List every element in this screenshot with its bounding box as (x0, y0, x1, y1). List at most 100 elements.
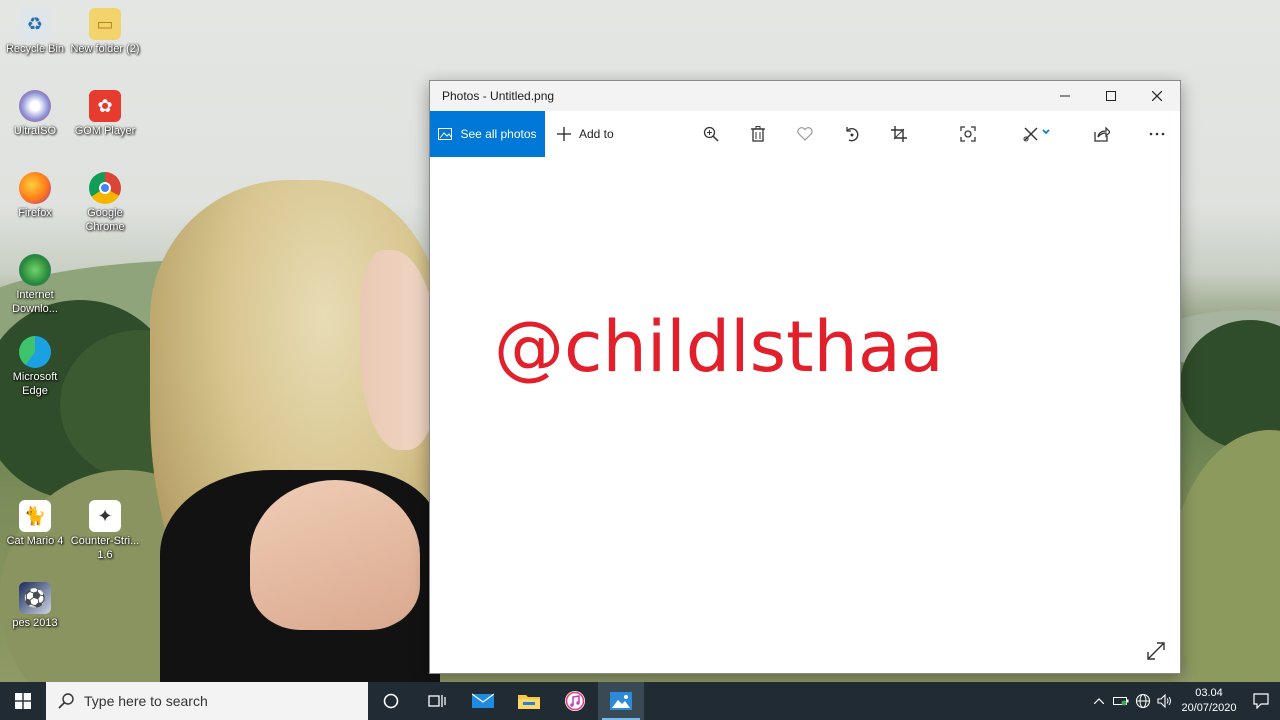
more-options-button[interactable] (1142, 119, 1172, 149)
maximize-icon (1106, 91, 1116, 101)
network-button[interactable] (1132, 682, 1154, 720)
folder-icon: ▭ (89, 8, 121, 40)
battery-icon (1113, 697, 1129, 706)
window-titlebar[interactable]: Photos - Untitled.png (430, 81, 1180, 111)
cat-mario-icon: 🐈 (19, 500, 51, 532)
battery-button[interactable] (1110, 682, 1132, 720)
favorite-button[interactable] (790, 119, 820, 149)
desktop-icon-label: Recycle Bin (5, 43, 65, 55)
lens-icon (960, 126, 976, 142)
cortana-button[interactable] (368, 682, 414, 720)
desktop-icon-label: Internet Downlo... (12, 289, 58, 315)
desktop-icon-label: New folder (2) (70, 43, 140, 55)
desktop-icon-label: Counter-Stri... 1.6 (70, 535, 140, 561)
volume-button[interactable] (1154, 682, 1176, 720)
system-tray: 03.04 20/07/2020 (1088, 682, 1280, 720)
desktop-icon-gom-player[interactable]: ✿ GOM Player (70, 90, 140, 138)
crop-button[interactable] (884, 119, 914, 149)
image-content-text: @childlsthaa (494, 306, 944, 388)
recycle-bin-icon: ♻ (19, 8, 51, 40)
taskbar-app-mail[interactable] (460, 682, 506, 720)
rotate-icon (846, 127, 859, 142)
maximize-button[interactable] (1088, 81, 1134, 111)
desktop-icon-label: GOM Player (74, 125, 136, 137)
edit-create-icon (1023, 127, 1050, 142)
desktop-icon-counter-strike[interactable]: ✦ Counter-Stri... 1.6 (70, 500, 140, 562)
taskbar-app-itunes[interactable] (552, 682, 598, 720)
notification-icon (1253, 693, 1269, 709)
share-button[interactable] (1087, 119, 1117, 149)
minimize-button[interactable] (1042, 81, 1088, 111)
firefox-icon (19, 172, 51, 204)
more-icon (1149, 132, 1165, 136)
minimize-icon (1060, 95, 1070, 97)
cortana-icon (383, 693, 399, 709)
desktop-icon-pes[interactable]: ⚽ pes 2013 (0, 582, 70, 630)
counter-strike-icon: ✦ (89, 500, 121, 532)
delete-button[interactable] (743, 119, 773, 149)
trash-icon (751, 126, 765, 142)
see-all-photos-label: See all photos (460, 127, 537, 141)
ultraiso-icon (19, 90, 51, 122)
photos-toolbar: See all photos Add to (430, 111, 1180, 157)
rotate-button[interactable] (837, 119, 867, 149)
expand-icon (1147, 642, 1165, 660)
plus-icon (557, 127, 571, 141)
heart-icon (797, 127, 813, 141)
mail-icon (472, 693, 494, 708)
task-view-icon (428, 695, 446, 707)
desktop-icon-firefox[interactable]: Firefox (0, 172, 70, 220)
taskbar: Type here to search 03.04 20/07/2020 (0, 682, 1280, 720)
desktop-icon-recycle-bin[interactable]: ♻ Recycle Bin (0, 8, 70, 56)
fullscreen-button[interactable] (1144, 639, 1168, 663)
close-button[interactable] (1134, 81, 1180, 111)
desktop-icon-label: Microsoft Edge (12, 371, 58, 397)
clock-button[interactable]: 03.04 20/07/2020 (1176, 686, 1242, 716)
desktop-icon-label: UltraISO (13, 125, 57, 137)
close-icon (1152, 91, 1162, 101)
action-center-button[interactable] (1242, 682, 1280, 720)
taskbar-app-file-explorer[interactable] (506, 682, 552, 720)
window-title: Photos - Untitled.png (442, 89, 555, 103)
show-hidden-icons-button[interactable] (1088, 682, 1110, 720)
see-all-photos-button[interactable]: See all photos (430, 111, 545, 157)
desktop-icon-edge[interactable]: Microsoft Edge (0, 336, 70, 398)
image-viewer[interactable]: @childlsthaa (430, 157, 1180, 673)
photos-app-icon (610, 692, 632, 710)
desktop-icon-label: Firefox (18, 207, 52, 219)
visual-search-button[interactable] (953, 119, 983, 149)
share-icon (1094, 126, 1110, 142)
desktop-icon-cat-mario[interactable]: 🐈 Cat Mario 4 (0, 500, 70, 548)
edit-create-button[interactable] (1018, 119, 1058, 149)
desktop-icon-label: Google Chrome (85, 207, 125, 233)
chrome-icon (89, 172, 121, 204)
zoom-button[interactable] (696, 119, 726, 149)
start-button[interactable] (0, 682, 46, 720)
search-placeholder: Type here to search (84, 693, 208, 709)
crop-icon (891, 126, 907, 142)
desktop-icon-label: pes 2013 (12, 617, 58, 629)
gom-player-icon: ✿ (89, 90, 121, 122)
edge-icon (19, 336, 51, 368)
desktop-icon-ultraiso[interactable]: UltraISO (0, 90, 70, 138)
chevron-up-icon (1094, 698, 1104, 704)
desktop-icon-new-folder[interactable]: ▭ New folder (2) (70, 8, 140, 56)
taskbar-search-box[interactable]: Type here to search (46, 682, 368, 720)
photos-icon (438, 128, 453, 140)
clock-date: 20/07/2020 (1181, 702, 1237, 714)
pes-icon: ⚽ (19, 582, 51, 614)
desktop-icon-label: Cat Mario 4 (6, 535, 64, 547)
add-to-label: Add to (579, 127, 614, 141)
globe-icon (1135, 693, 1151, 709)
task-view-button[interactable] (414, 682, 460, 720)
taskbar-app-photos[interactable] (598, 682, 644, 720)
desktop-icon-idm[interactable]: Internet Downlo... (0, 254, 70, 316)
zoom-in-icon (703, 126, 719, 142)
add-to-button[interactable]: Add to (557, 127, 614, 141)
search-icon (58, 693, 74, 709)
background-field (1170, 430, 1280, 682)
photos-window: Photos - Untitled.png See all photos Add… (429, 80, 1181, 674)
speaker-icon (1157, 694, 1171, 708)
desktop-icon-chrome[interactable]: Google Chrome (70, 172, 140, 234)
file-explorer-icon (518, 695, 540, 709)
